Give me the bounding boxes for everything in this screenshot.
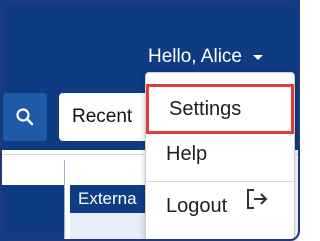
- table-cell: [70, 213, 146, 241]
- app-screen: Hello, Alice Recent Externa Settings Hel…: [0, 0, 300, 241]
- menu-item-label: Help: [166, 142, 208, 165]
- user-menu-toggle[interactable]: Hello, Alice: [148, 44, 263, 70]
- menu-item-label: Settings: [169, 97, 242, 120]
- user-dropdown-menu: Settings Help Logout: [145, 72, 295, 241]
- menu-item-label: Logout: [166, 194, 228, 217]
- search-button[interactable]: [3, 93, 47, 141]
- greeting-text: Hello, Alice: [148, 46, 242, 67]
- recent-select[interactable]: Recent: [59, 93, 152, 141]
- table-column-header-external[interactable]: Externa: [70, 185, 146, 213]
- menu-item-logout[interactable]: Logout: [146, 184, 294, 228]
- recent-select-value: Recent: [72, 106, 133, 127]
- chevron-down-icon: [253, 54, 263, 60]
- column-header-label: Externa: [78, 189, 137, 208]
- table-column-header-left: [0, 185, 64, 241]
- search-icon: [16, 108, 34, 126]
- logout-icon: [247, 189, 268, 209]
- column-divider: [64, 160, 65, 241]
- menu-item-help[interactable]: Help: [146, 135, 294, 173]
- menu-item-settings[interactable]: Settings: [146, 84, 294, 134]
- menu-separator: [146, 181, 294, 182]
